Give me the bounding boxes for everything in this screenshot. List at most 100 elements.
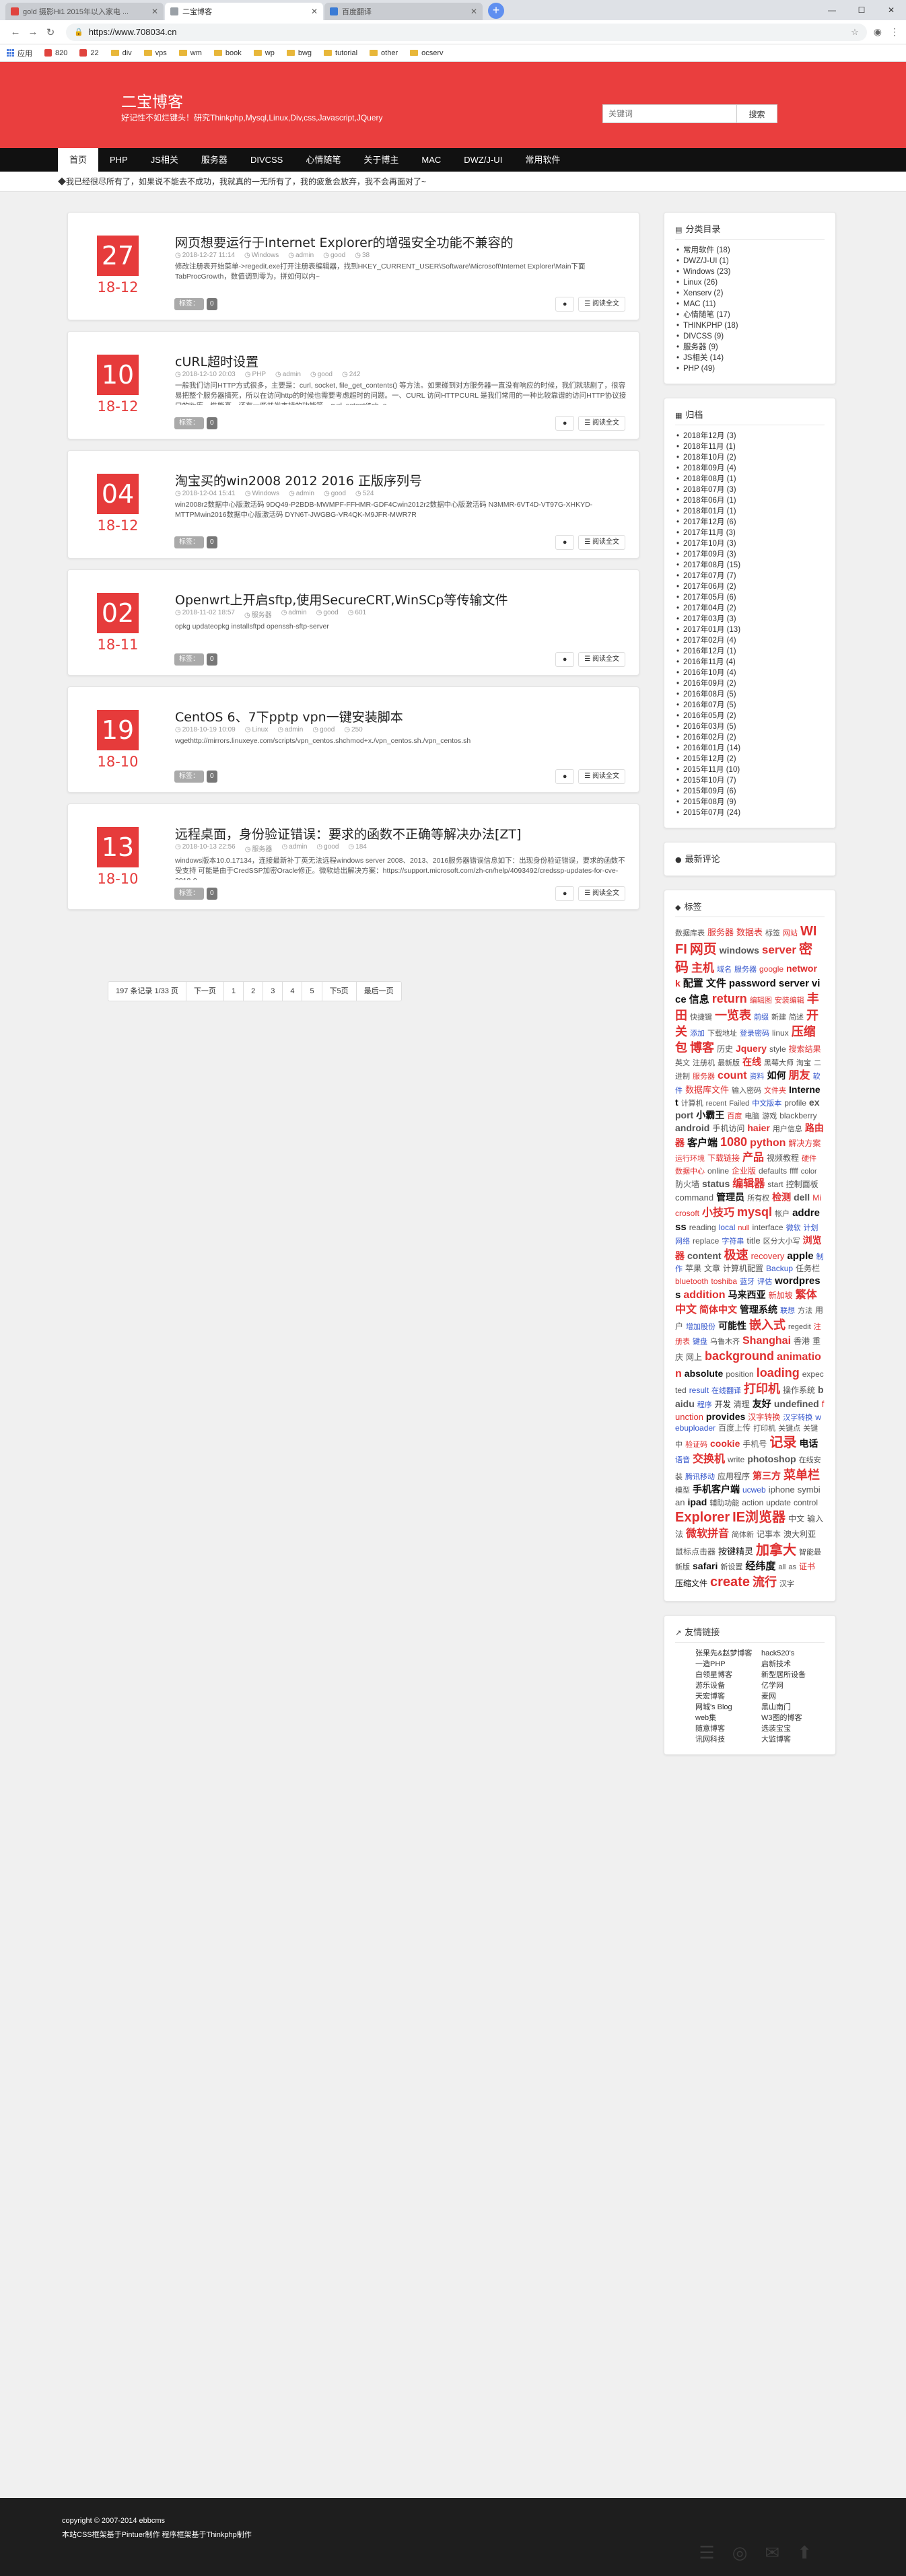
menu-icon[interactable]: ⋮ [890, 26, 899, 38]
tag-link[interactable]: 小霸王 [696, 1110, 724, 1120]
category-link[interactable]: PHP (49) [675, 363, 825, 374]
bookmark-folder[interactable]: div [110, 49, 132, 57]
tag-link[interactable]: title [746, 1236, 760, 1246]
nav-item[interactable]: 关于博主 [352, 148, 410, 172]
tag-link[interactable]: 数据中心 [675, 1168, 705, 1176]
tag-link[interactable]: 澳大利亚 [783, 1530, 816, 1539]
post-title[interactable]: 淘宝买的win2008 2012 2016 正版序列号 [175, 467, 627, 489]
archive-link[interactable]: 2018年06月 (1) [675, 495, 825, 506]
tag-link[interactable]: undefined [774, 1398, 819, 1409]
read-more-button[interactable]: ☰ 阅读全文 [578, 416, 625, 431]
category-link[interactable]: Windows (23) [675, 266, 825, 277]
category-link[interactable]: DIVCSS (9) [675, 331, 825, 342]
tag-link[interactable]: 关键点 [778, 1425, 800, 1433]
tag-link[interactable]: 网上 [686, 1353, 702, 1362]
nav-item[interactable]: 常用软件 [514, 148, 571, 172]
tag-link[interactable]: 网站 [783, 929, 798, 937]
tag-link[interactable]: 手机号 [742, 1439, 767, 1449]
tag-link[interactable]: 打印机 [753, 1425, 775, 1433]
archive-link[interactable]: 2015年10月 (7) [675, 775, 825, 786]
tag-link[interactable]: 增加股份 [686, 1323, 716, 1331]
friend-link[interactable]: W3图的博客 [761, 1713, 825, 1723]
close-icon[interactable]: ✕ [471, 7, 477, 16]
page-link[interactable]: 最后一页 [355, 982, 401, 1001]
tag-link[interactable]: 帐户 [775, 1210, 790, 1218]
tag-link[interactable]: 所有权 [747, 1194, 769, 1203]
tag-link[interactable]: google [759, 964, 783, 974]
tag-link[interactable]: 快捷键 [690, 1013, 712, 1022]
tag-link[interactable]: 微软拼音 [686, 1528, 729, 1540]
read-more-button[interactable]: ☰ 阅读全文 [578, 535, 625, 550]
tag-link[interactable]: 在线翻译 [711, 1387, 741, 1395]
tag-link[interactable]: password [729, 978, 776, 989]
archive-link[interactable]: 2018年11月 (1) [675, 441, 825, 452]
forward-icon[interactable]: → [24, 26, 42, 38]
tag-link[interactable]: photoshop [747, 1454, 796, 1464]
archive-link[interactable]: 2018年09月 (4) [675, 463, 825, 474]
tag-link[interactable]: 中文版本 [752, 1100, 781, 1108]
post-title[interactable]: cURL超时设置 [175, 348, 627, 369]
tag-link[interactable]: 计划 [804, 1224, 818, 1232]
tag-link[interactable]: 流行 [753, 1575, 777, 1589]
tag-link[interactable]: Shanghai [742, 1335, 791, 1347]
tag-link[interactable]: 开发 [715, 1400, 731, 1409]
friend-link[interactable]: 黑山南门 [761, 1702, 825, 1713]
bookmark-item[interactable]: 820 [44, 49, 67, 57]
tag-link[interactable]: 1080 [720, 1135, 747, 1149]
category-link[interactable]: MAC (11) [675, 299, 825, 310]
tag-link[interactable]: 计算机 [681, 1100, 703, 1108]
tag-link[interactable]: 检测 [772, 1192, 791, 1203]
archive-link[interactable]: 2015年09月 (6) [675, 786, 825, 797]
tag-link[interactable]: style [769, 1044, 786, 1054]
tag-link[interactable]: 极速 [724, 1248, 748, 1262]
tag-link[interactable]: linux [772, 1028, 789, 1038]
tag-link[interactable]: 记事本 [757, 1530, 781, 1539]
tag-link[interactable]: status [702, 1178, 730, 1189]
tag-link[interactable]: 电脑 [744, 1112, 759, 1120]
browser-tab-3[interactable]: 百度翻译 ✕ [324, 3, 483, 20]
tag-link[interactable]: 应用程序 [718, 1472, 750, 1481]
post-meta-cat[interactable]: PHP [245, 371, 266, 378]
tag-link[interactable]: 手机客户端 [693, 1484, 740, 1495]
archive-link[interactable]: 2017年01月 (13) [675, 624, 825, 635]
friend-link[interactable]: web集 [695, 1713, 759, 1723]
tag-link[interactable]: 语音 [675, 1456, 690, 1464]
minimize-icon[interactable]: — [817, 0, 847, 20]
tag-link[interactable]: 前缀 [754, 1013, 769, 1022]
read-more-button[interactable]: ☰ 阅读全文 [578, 769, 625, 784]
tag-link[interactable]: 硬件 [802, 1155, 816, 1163]
tag-link[interactable]: 第三方 [753, 1470, 781, 1481]
tag-link[interactable]: 用户信息 [773, 1125, 802, 1133]
tag-link[interactable]: 简体新 [732, 1531, 754, 1539]
archive-link[interactable]: 2018年12月 (3) [675, 431, 825, 441]
tag-link[interactable]: 微软 [786, 1224, 801, 1232]
post-meta-author[interactable]: admin [288, 252, 314, 259]
tag-link[interactable]: 新建 [771, 1013, 786, 1022]
friend-link[interactable]: 选装宝宝 [761, 1723, 825, 1734]
tag-link[interactable]: 记录 [769, 1435, 796, 1450]
tag-link[interactable]: 电话 [799, 1438, 818, 1449]
tag-link[interactable]: 数据库文件 [685, 1085, 729, 1095]
friend-link[interactable]: hack520's [761, 1648, 825, 1659]
tag-link[interactable]: server [762, 943, 796, 956]
tag-link[interactable]: 清理 [734, 1400, 750, 1409]
tag-link[interactable]: 产品 [742, 1152, 764, 1164]
category-link[interactable]: 常用软件 (18) [675, 245, 825, 256]
friend-link[interactable]: 随意博客 [695, 1723, 759, 1734]
read-more-button[interactable]: ☰ 阅读全文 [578, 886, 625, 901]
tag-link[interactable]: 文件 [706, 978, 726, 989]
archive-link[interactable]: 2017年08月 (15) [675, 560, 825, 571]
post-title[interactable]: 远程桌面，身份验证错误：要求的函数不正确等解决办法[ZT] [175, 820, 627, 842]
tag-link[interactable]: 简述 [789, 1013, 804, 1022]
reload-icon[interactable]: ↻ [42, 26, 59, 38]
tag-link[interactable]: 程序 [697, 1401, 712, 1409]
tag-link[interactable]: haier [747, 1122, 769, 1133]
nav-item[interactable]: 服务器 [190, 148, 239, 172]
url-input[interactable]: 🔒 https://www.708034.cn ☆ [66, 23, 867, 41]
tag-link[interactable]: 加拿大 [756, 1543, 796, 1558]
tag-link[interactable]: 验证码 [685, 1441, 707, 1449]
tag-link[interactable]: ucweb [742, 1485, 766, 1495]
archive-link[interactable]: 2018年01月 (1) [675, 506, 825, 517]
tag-link[interactable]: 添加 [690, 1030, 705, 1038]
tag-link[interactable]: return [712, 992, 747, 1005]
